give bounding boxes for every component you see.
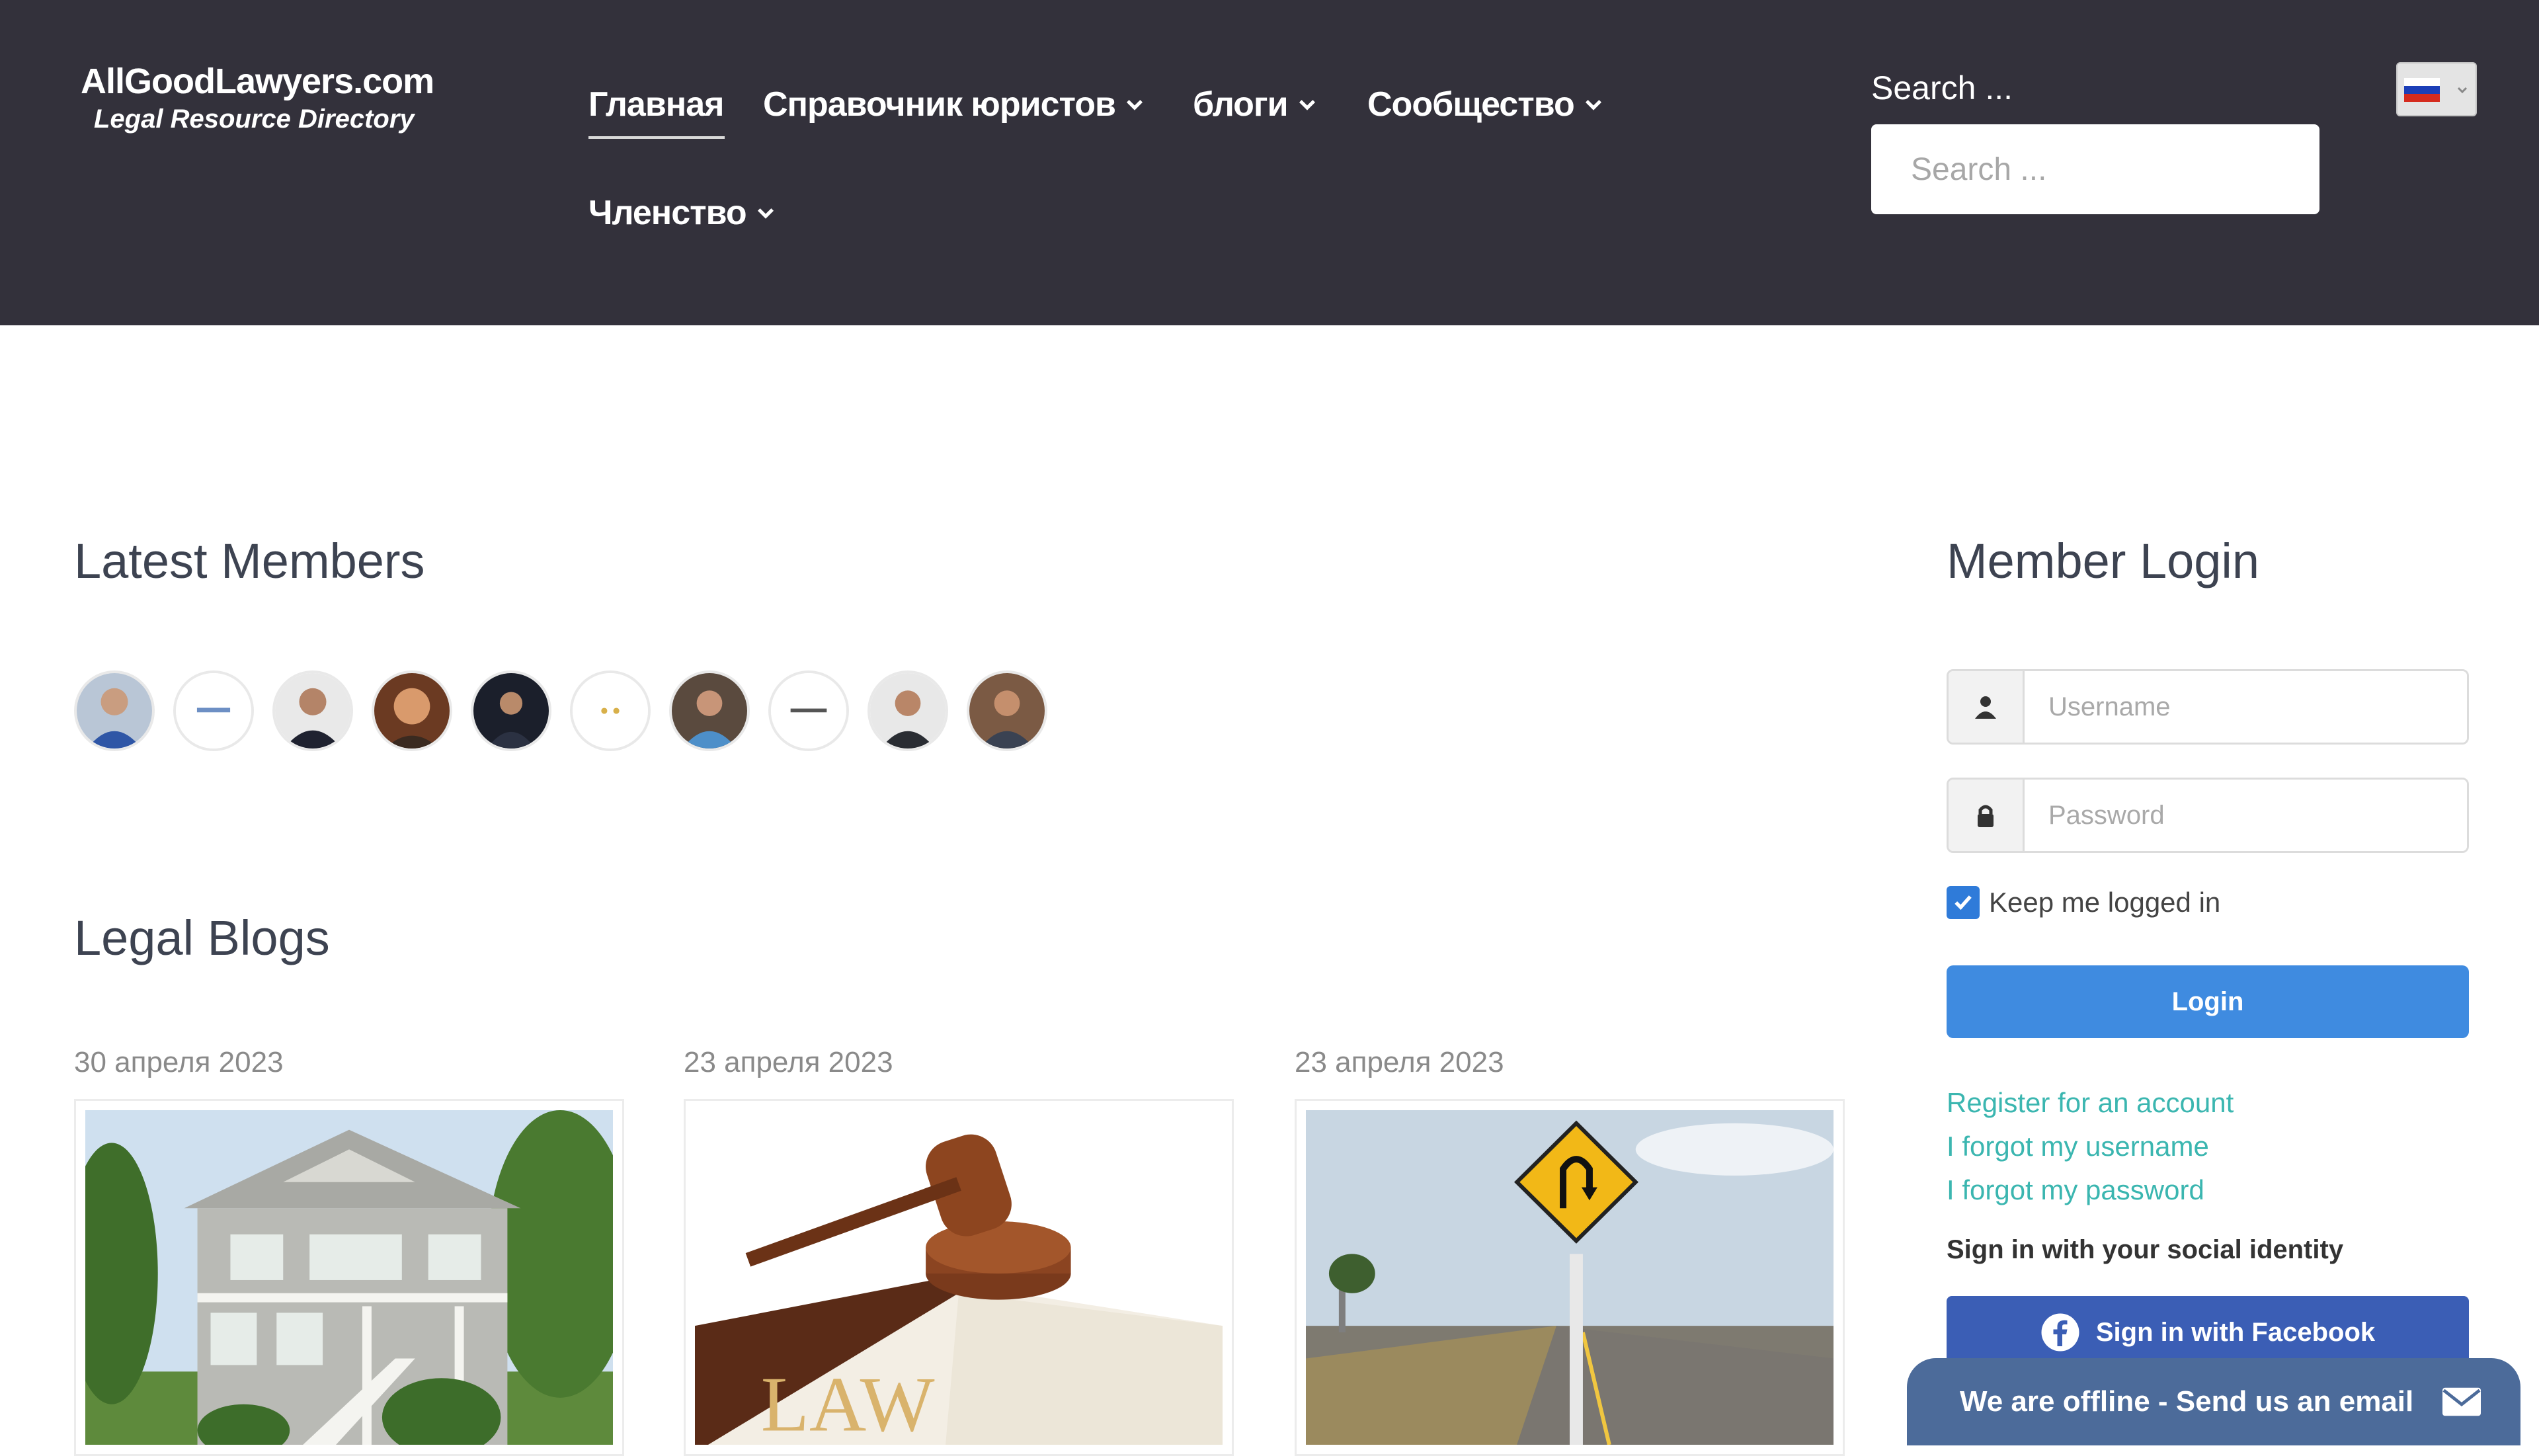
social-login-heading: Sign in with your social identity	[1947, 1235, 2344, 1264]
forgot-password-link[interactable]: I forgot my password	[1947, 1174, 2204, 1206]
avatar[interactable]	[570, 670, 651, 751]
chevron-down-icon	[757, 208, 774, 219]
user-icon	[1949, 671, 2025, 743]
password-field	[1947, 778, 2469, 853]
nav-item-label: Справочник юристов	[763, 85, 1116, 124]
site-title: AllGoodLawyers.com	[81, 61, 434, 101]
avatar[interactable]	[74, 670, 155, 751]
search-input[interactable]	[1871, 124, 2319, 214]
member-login-title: Member Login	[1947, 534, 2260, 588]
gavel-law-book-image: LAW	[695, 1110, 1223, 1445]
nav-active-indicator	[588, 136, 725, 139]
remember-checkbox[interactable]	[1947, 886, 1980, 919]
latest-members-title: Latest Members	[74, 534, 425, 588]
offline-chat-bar[interactable]: We are offline - Send us an email	[1907, 1358, 2520, 1445]
u-turn-sign-image	[1306, 1110, 1834, 1445]
avatar[interactable]	[173, 670, 254, 751]
nav-item-community[interactable]: Сообщество	[1367, 85, 1605, 124]
username-input[interactable]	[2025, 671, 2467, 743]
avatar[interactable]	[768, 670, 849, 751]
blog-card-image[interactable]	[74, 1099, 624, 1456]
site-tagline: Legal Resource Directory	[94, 104, 415, 134]
facebook-icon	[2041, 1313, 2079, 1352]
nav-item-label: Членство	[588, 194, 747, 232]
blog-date: 30 апреля 2023	[74, 1046, 284, 1078]
law-book-text: LAW	[761, 1361, 935, 1445]
remember-me[interactable]: Keep me logged in	[1947, 886, 2220, 919]
login-button[interactable]: Login	[1947, 965, 2469, 1038]
avatar[interactable]	[669, 670, 750, 751]
checkmark-icon	[1955, 895, 1972, 910]
chevron-down-icon	[1127, 100, 1143, 110]
avatar[interactable]	[372, 670, 452, 751]
blog-card-image[interactable]	[1295, 1099, 1845, 1456]
site-header: AllGoodLawyers.com Legal Resource Direct…	[0, 0, 2539, 325]
remember-label: Keep me logged in	[1989, 887, 2221, 918]
chevron-down-icon	[1299, 100, 1315, 110]
facebook-button-label: Sign in with Facebook	[2095, 1317, 2376, 1347]
forgot-username-link[interactable]: I forgot my username	[1947, 1131, 2209, 1162]
lock-icon	[1949, 780, 2025, 851]
username-field	[1947, 669, 2469, 745]
avatar[interactable]	[967, 670, 1047, 751]
nav-item-lawyer-directory[interactable]: Справочник юристов	[763, 85, 1146, 124]
site-logo[interactable]: AllGoodLawyers.com Legal Resource Direct…	[81, 61, 434, 134]
chat-label: We are offline - Send us an email	[1960, 1385, 2414, 1418]
language-selector[interactable]	[2396, 62, 2477, 116]
blog-card-image[interactable]: LAW	[684, 1099, 1234, 1456]
avatar[interactable]	[471, 670, 551, 751]
blog-date: 23 апреля 2023	[684, 1046, 893, 1078]
avatar[interactable]	[867, 670, 948, 751]
nav-item-blogs[interactable]: блоги	[1193, 85, 1318, 124]
chevron-down-icon	[1585, 100, 1601, 110]
house-image	[85, 1110, 613, 1445]
nav-item-membership[interactable]: Членство	[588, 193, 777, 233]
nav-item-label: Главная	[588, 85, 724, 124]
legal-blogs-title: Legal Blogs	[74, 910, 330, 965]
search-label: Search ...	[1871, 69, 2013, 106]
register-link[interactable]: Register for an account	[1947, 1087, 2234, 1119]
nav-item-home[interactable]: Главная	[588, 85, 724, 124]
password-input[interactable]	[2025, 780, 2467, 851]
blog-date: 23 апреля 2023	[1295, 1046, 1504, 1078]
member-avatar-list	[74, 670, 1066, 751]
russia-flag-icon	[2404, 78, 2440, 102]
nav-item-label: Сообщество	[1367, 85, 1575, 124]
chevron-down-icon	[2457, 87, 2468, 94]
nav-item-label: блоги	[1193, 85, 1289, 124]
avatar[interactable]	[272, 670, 353, 751]
envelope-icon	[2442, 1387, 2481, 1416]
